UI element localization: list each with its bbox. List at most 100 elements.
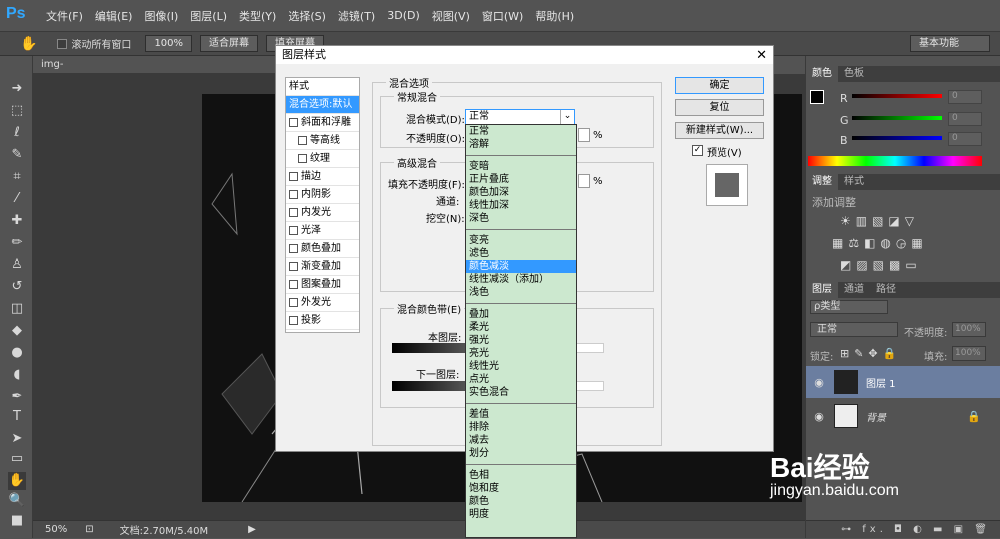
green-slider[interactable]	[852, 116, 942, 120]
style-checkbox[interactable]	[289, 118, 298, 127]
layer-row-background[interactable]: ◉ 背景 🔒	[806, 400, 1000, 432]
ok-button[interactable]: 确定	[675, 77, 764, 94]
style-item-inner-shadow[interactable]: 内阴影	[286, 186, 359, 204]
tab-paths[interactable]: 路径	[870, 282, 902, 298]
fill-opacity-input[interactable]	[578, 174, 590, 188]
tab-layers[interactable]: 图层	[806, 282, 838, 298]
layer-blend-mode[interactable]: 正常	[810, 322, 898, 337]
style-item-bevel[interactable]: 斜面和浮雕	[286, 114, 359, 132]
close-icon[interactable]: ✕	[756, 48, 767, 63]
adjustment-icons-row2[interactable]: ▦⚖◧◍◶▦	[832, 236, 928, 250]
foreground-color-swatch[interactable]	[810, 90, 824, 104]
crop-tool-icon[interactable]: ⌗	[8, 168, 26, 186]
red-slider[interactable]	[852, 94, 942, 98]
dropdown-item[interactable]: 色相	[466, 469, 576, 482]
quick-select-tool-icon[interactable]: ✎	[8, 146, 26, 164]
preview-checkbox[interactable]: ✓	[692, 145, 703, 156]
this-layer-gradient-white[interactable]	[576, 343, 604, 353]
chevron-down-icon[interactable]: ⌄	[560, 110, 574, 124]
menu-window[interactable]: 窗口(W)	[482, 8, 523, 24]
menu-filter[interactable]: 滤镜(T)	[338, 8, 375, 24]
eye-icon[interactable]: ◉	[812, 376, 826, 389]
menu-select[interactable]: 选择(S)	[288, 8, 326, 24]
layer-fill-value[interactable]: 100%	[952, 346, 986, 361]
menu-view[interactable]: 视图(V)	[432, 8, 470, 24]
layer-bottom-icons[interactable]: ⊶ fx. ◘ ◐ ▬ ▣ 🗑	[806, 520, 1000, 538]
layer-opacity-value[interactable]: 100%	[952, 322, 986, 337]
history-brush-icon[interactable]: ↺	[8, 278, 26, 296]
dropdown-item[interactable]: 排除	[466, 421, 576, 434]
tab-styles[interactable]: 样式	[838, 174, 870, 190]
style-checkbox[interactable]	[289, 172, 298, 181]
layer-filter-kind[interactable]: ρ类型	[810, 300, 888, 314]
blue-slider[interactable]	[852, 136, 942, 140]
dropdown-item[interactable]: 饱和度	[466, 482, 576, 495]
lock-icons[interactable]: ⊞✎✥🔒	[840, 347, 901, 360]
menu-image[interactable]: 图像(I)	[144, 8, 178, 24]
style-item-drop-shadow[interactable]: 投影	[286, 312, 359, 330]
dropdown-item[interactable]: 深色	[466, 212, 576, 225]
lasso-tool-icon[interactable]: ℓ	[8, 124, 26, 142]
zoom-100-button[interactable]: 100%	[145, 35, 193, 52]
dropdown-item[interactable]: 线性光	[466, 360, 576, 373]
layer-row-layer1[interactable]: ◉ 图层 1	[806, 366, 1000, 398]
hand-tool-icon[interactable]: ✋	[8, 472, 26, 490]
dropdown-item-selected[interactable]: 颜色减淡	[466, 260, 576, 273]
brush-tool-icon[interactable]: ✏	[8, 234, 26, 252]
style-item-contour[interactable]: 等高线	[286, 132, 359, 150]
style-item-blend-options[interactable]: 混合选项:默认	[286, 96, 359, 114]
move-tool-icon[interactable]: ➜	[8, 80, 26, 98]
scroll-all-checkbox[interactable]	[57, 38, 68, 49]
dropdown-item[interactable]: 叠加	[466, 308, 576, 321]
menu-file[interactable]: 文件(F)	[46, 8, 83, 24]
tab-swatches[interactable]: 色板	[838, 66, 870, 82]
style-checkbox[interactable]	[289, 244, 298, 253]
style-item-inner-glow[interactable]: 内发光	[286, 204, 359, 222]
style-checkbox[interactable]	[298, 136, 307, 145]
opacity-input[interactable]	[578, 128, 590, 142]
style-checkbox[interactable]	[298, 154, 307, 163]
this-layer-gradient[interactable]	[392, 343, 466, 353]
dropdown-item[interactable]: 正常	[466, 125, 576, 138]
dropdown-item[interactable]: 划分	[466, 447, 576, 460]
dropdown-item[interactable]: 强光	[466, 334, 576, 347]
menu-edit[interactable]: 编辑(E)	[95, 8, 133, 24]
healing-tool-icon[interactable]: ✚	[8, 212, 26, 230]
shape-tool-icon[interactable]: ▭	[8, 450, 26, 468]
style-item-pattern-overlay[interactable]: 图案叠加	[286, 276, 359, 294]
marquee-tool-icon[interactable]: ⬚	[8, 102, 26, 120]
tab-channels[interactable]: 通道	[838, 282, 870, 298]
menu-help[interactable]: 帮助(H)	[535, 8, 574, 24]
color-spectrum[interactable]	[808, 156, 982, 166]
dropdown-item[interactable]: 明度	[466, 508, 576, 521]
menu-3d[interactable]: 3D(D)	[387, 9, 420, 22]
fit-screen-button[interactable]: 适合屏幕	[200, 35, 259, 52]
tab-color[interactable]: 颜色	[806, 66, 838, 82]
style-item-satin[interactable]: 光泽	[286, 222, 359, 240]
zoom-tool-icon[interactable]: 🔍	[8, 492, 26, 510]
style-checkbox[interactable]	[289, 316, 298, 325]
document-tab[interactable]: img-08c3c025c822ce8446e6a3598b8b8f54.jpg…	[33, 56, 275, 106]
tab-adjustments[interactable]: 调整	[806, 174, 838, 190]
blend-mode-select[interactable]: 正常 ⌄	[465, 109, 575, 125]
dodge-tool-icon[interactable]: ◖	[8, 366, 26, 384]
blue-value[interactable]: 0	[948, 132, 982, 146]
zoom-level[interactable]: 50%	[45, 524, 67, 535]
dropdown-item[interactable]: 实色混合	[466, 386, 576, 399]
dropdown-item[interactable]: 颜色	[466, 495, 576, 508]
style-item-outer-glow[interactable]: 外发光	[286, 294, 359, 312]
color-swatches-icon[interactable]: ■	[8, 512, 26, 530]
dropdown-item[interactable]: 变暗	[466, 160, 576, 173]
style-checkbox[interactable]	[289, 262, 298, 271]
blur-tool-icon[interactable]: ●	[8, 344, 26, 362]
eraser-tool-icon[interactable]: ◫	[8, 300, 26, 318]
dropdown-item[interactable]: 滤色	[466, 247, 576, 260]
dropdown-item[interactable]: 线性加深	[466, 199, 576, 212]
menu-type[interactable]: 类型(Y)	[239, 8, 276, 24]
green-value[interactable]: 0	[948, 112, 982, 126]
dropdown-item[interactable]: 正片叠底	[466, 173, 576, 186]
status-menu-arrow-icon[interactable]: ▶	[248, 524, 256, 535]
dropdown-item[interactable]: 亮光	[466, 347, 576, 360]
eye-icon[interactable]: ◉	[812, 410, 826, 423]
workspace-select[interactable]: 基本功能	[910, 35, 990, 52]
